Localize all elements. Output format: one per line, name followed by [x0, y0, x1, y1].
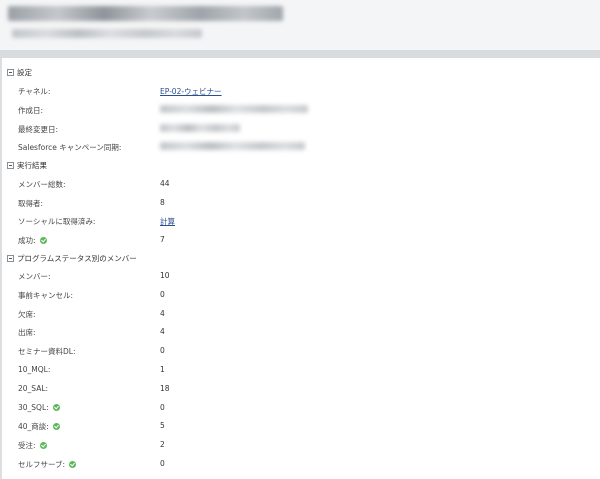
status-value: 18	[160, 383, 170, 393]
social-calculate-value[interactable]: 計算	[160, 216, 175, 227]
status-label-text: セルフサーブ:	[18, 460, 66, 469]
status-value: 10	[160, 271, 170, 280]
status-value: 5	[160, 421, 165, 431]
status-value: 4	[160, 327, 165, 337]
status-label: 20_SAL:	[18, 384, 48, 393]
channel-value[interactable]: EP-02-ウェビナー	[160, 86, 222, 97]
status-label: メンバー:	[18, 271, 51, 282]
total-members-value: 44	[160, 179, 170, 188]
success-check-icon	[39, 442, 47, 450]
status-label-text: メンバー:	[18, 272, 51, 281]
redacted-created-date	[160, 105, 308, 113]
success-check-icon	[52, 403, 60, 411]
status-label-text: 事前キャンセル:	[18, 290, 74, 300]
channel-label: チャネル:	[18, 87, 51, 96]
collapse-minus-icon[interactable]	[7, 162, 14, 169]
section-title: 設定	[17, 68, 32, 77]
status-label-text: 欠席:	[18, 309, 36, 319]
header-divider-band	[0, 50, 600, 58]
status-value: 2	[160, 440, 165, 450]
section-title: プログラムステータス別のメンバー	[17, 254, 137, 263]
section-title: 実行結果	[17, 161, 47, 170]
status-label: 受注:	[18, 440, 47, 451]
status-label: セルフサーブ:	[18, 459, 77, 470]
status-label-text: 10_MQL:	[18, 365, 51, 374]
redacted-modified-date	[160, 124, 240, 132]
created-date-label: 作成日:	[18, 106, 44, 115]
total-members-label: メンバー総数:	[18, 180, 66, 189]
calculate-link[interactable]: 計算	[160, 217, 175, 226]
status-label: 欠席:	[18, 309, 36, 320]
social-acquired-label: ソーシャルに取得済み:	[18, 217, 96, 226]
section-program-status[interactable]: プログラムステータス別のメンバー	[7, 253, 137, 264]
status-value: 0	[160, 402, 165, 412]
redacted-program-title	[8, 6, 283, 21]
success-check-icon	[69, 461, 77, 468]
status-label: 30_SQL:	[18, 403, 60, 412]
status-value: 0	[160, 289, 165, 299]
section-settings[interactable]: 設定	[7, 67, 32, 78]
status-label-text: 40_商談:	[18, 422, 49, 432]
success-label: 成功:	[18, 235, 47, 246]
status-label: 事前キャンセル:	[18, 290, 73, 301]
status-label-text: 20_SAL:	[18, 383, 49, 393]
status-label: セミナー資料DL:	[18, 346, 75, 357]
success-label-text: 成功:	[18, 236, 36, 245]
success-check-icon	[52, 423, 60, 431]
acquired-value: 8	[160, 198, 165, 207]
status-value: 4	[160, 308, 165, 318]
status-label-text: セミナー資料DL:	[18, 347, 76, 357]
collapse-minus-icon[interactable]	[7, 69, 14, 76]
salesforce-sync-label: Salesforce キャンペーン同期:	[18, 143, 122, 152]
left-border	[0, 58, 2, 479]
status-label: 40_商談:	[18, 421, 60, 432]
modified-date-label: 最終変更日:	[18, 125, 59, 134]
success-value: 7	[160, 235, 165, 244]
success-check-icon	[39, 237, 47, 244]
status-value: 0	[160, 459, 165, 468]
channel-link[interactable]: EP-02-ウェビナー	[160, 87, 222, 96]
status-label: 出席:	[18, 327, 36, 338]
redacted-program-subtitle	[12, 29, 202, 38]
status-label-text: 受注:	[18, 441, 36, 451]
status-value: 1	[160, 365, 165, 374]
redacted-salesforce-campaign	[160, 142, 305, 150]
collapse-minus-icon[interactable]	[7, 255, 14, 262]
section-results[interactable]: 実行結果	[7, 160, 47, 171]
status-label-text: 出席:	[18, 328, 36, 338]
status-label-text: 30_SQL:	[18, 402, 49, 412]
status-label: 10_MQL:	[18, 365, 50, 374]
status-value: 0	[160, 346, 165, 356]
page-header	[0, 0, 600, 50]
acquired-label: 取得者:	[18, 199, 44, 208]
